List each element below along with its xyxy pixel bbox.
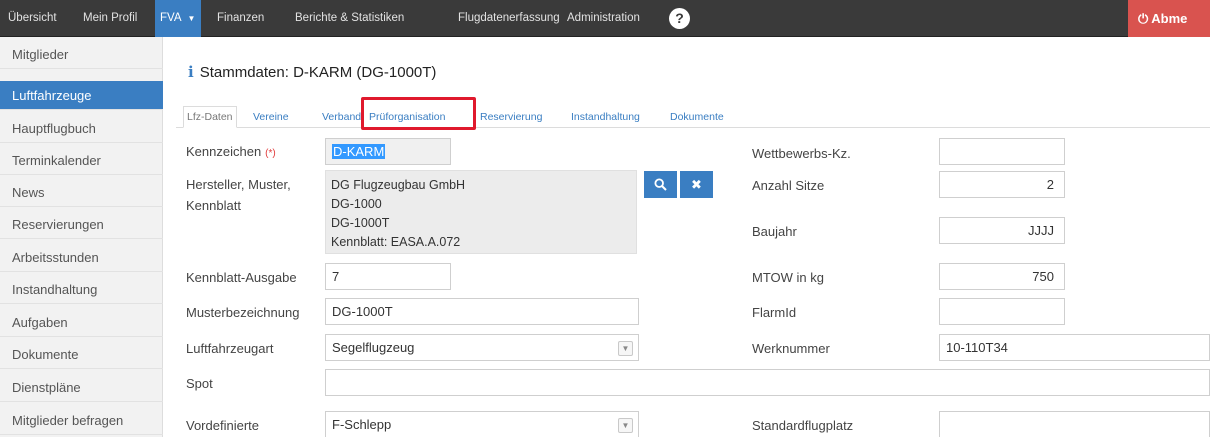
chevron-down-icon: ▼ — [618, 418, 633, 433]
vordefinierte-value: F-Schlepp — [332, 417, 392, 432]
tab-vereine[interactable]: Vereine — [249, 106, 293, 128]
musterbezeichnung-field[interactable]: DG-1000T — [325, 298, 639, 325]
nav-mein-profil[interactable]: Mein Profil — [83, 0, 137, 37]
sidebar-item-arbeitsstunden[interactable]: Arbeitsstunden — [0, 243, 163, 272]
kennblatt-ausgabe-label: Kennblatt-Ausgabe — [186, 270, 297, 285]
luftfahrzeugart-select[interactable]: Segelflugzeug ▼ — [325, 334, 639, 361]
top-navbar: Übersicht Mein Profil FVA ▼ Finanzen Beri… — [0, 0, 1210, 37]
kennzeichen-label: Kennzeichen (*) — [186, 144, 276, 159]
nav-fva[interactable]: FVA ▼ — [155, 0, 202, 37]
clear-hersteller-button[interactable]: ✖ — [680, 171, 713, 198]
flarmid-label: FlarmId — [752, 305, 797, 320]
hersteller-label-line-1: Hersteller, Muster, — [186, 177, 291, 192]
sidebar-item-dokumente[interactable]: Dokumente — [0, 340, 163, 369]
sidebar: Mitglieder Luftfahrzeuge Hauptflugbuch T… — [0, 37, 163, 437]
kennzeichen-label-text: Kennzeichen — [186, 144, 262, 159]
nav-flugdatenerfassung[interactable]: Flugdatenerfassung — [458, 0, 560, 37]
sidebar-item-mitglieder-befragen[interactable]: Mitglieder befragen — [0, 406, 163, 435]
nav-berichte-statistiken[interactable]: Berichte & Statistiken — [295, 0, 404, 37]
info-icon: i — [188, 63, 194, 81]
search-icon — [654, 178, 667, 191]
vordefinierte-select[interactable]: F-Schlepp ▼ — [325, 411, 639, 437]
tab-instandhaltung[interactable]: Instandhaltung — [567, 106, 644, 128]
anzahl-sitze-label: Anzahl Sitze — [752, 178, 825, 193]
nav-finanzen[interactable]: Finanzen — [217, 0, 264, 37]
question-circle-icon[interactable]: ? — [669, 8, 690, 29]
spot-label: Spot — [186, 376, 213, 391]
spot-field[interactable] — [325, 369, 1210, 396]
hersteller-label-line-2: Kennblatt — [186, 198, 241, 213]
nav-fva-label: FVA — [160, 12, 182, 24]
sidebar-item-luftfahrzeuge[interactable]: Luftfahrzeuge — [0, 81, 163, 110]
luftfahrzeugart-label: Luftfahrzeugart — [186, 341, 274, 356]
wettbewerbs-kz-label: Wettbewerbs-Kz. — [752, 146, 851, 161]
tab-reservierung[interactable]: Reservierung — [476, 106, 546, 128]
mtow-field[interactable]: 750 — [939, 263, 1065, 290]
logout-label: Abme — [1151, 11, 1188, 26]
muster-variante: DG-1000T — [331, 216, 390, 230]
nav-uebersicht[interactable]: Übersicht — [8, 0, 57, 37]
standardflugplatz-field[interactable] — [939, 411, 1210, 437]
werknummer-field[interactable]: 10-110T34 — [939, 334, 1210, 361]
wettbewerbs-kz-field[interactable] — [939, 138, 1065, 165]
luftfahrzeugart-value: Segelflugzeug — [332, 340, 415, 355]
chevron-down-icon: ▼ — [618, 341, 633, 356]
muster-name: DG-1000 — [331, 197, 382, 211]
vordefinierte-label: Vordefinierte — [186, 418, 259, 433]
sidebar-item-terminkalender[interactable]: Terminkalender — [0, 146, 163, 175]
sidebar-item-dienstplaene[interactable]: Dienstpläne — [0, 373, 163, 402]
kennblatt-ausgabe-field[interactable]: 7 — [325, 263, 451, 290]
flarmid-field[interactable] — [939, 298, 1065, 325]
sidebar-item-instandhaltung[interactable]: Instandhaltung — [0, 275, 163, 304]
sidebar-item-aufgaben[interactable]: Aufgaben — [0, 308, 163, 337]
mtow-label: MTOW in kg — [752, 270, 824, 285]
sidebar-item-hauptflugbuch[interactable]: Hauptflugbuch — [0, 114, 163, 143]
tab-prueforganisation[interactable]: Prüforganisation — [365, 106, 449, 128]
baujahr-label: Baujahr — [752, 224, 797, 239]
sidebar-item-reservierungen[interactable]: Reservierungen — [0, 210, 163, 239]
standardflugplatz-label: Standardflugplatz — [752, 418, 854, 433]
caret-down-icon: ▼ — [187, 14, 196, 23]
nav-administration[interactable]: Administration — [567, 0, 640, 37]
search-hersteller-button[interactable] — [644, 171, 677, 198]
power-icon: ⏻ — [1138, 11, 1149, 26]
anzahl-sitze-field[interactable]: 2 — [939, 171, 1065, 198]
page-title: i Stammdaten: D-KARM (DG-1000T) — [188, 63, 436, 81]
close-icon: ✖ — [691, 177, 702, 192]
kennzeichen-field[interactable]: D-KARM — [325, 138, 451, 165]
hersteller-name: DG Flugzeugbau GmbH — [331, 178, 466, 192]
sidebar-item-mitglieder[interactable]: Mitglieder — [0, 40, 163, 69]
tab-lfz-daten[interactable]: Lfz-Daten — [183, 106, 237, 128]
tab-verband[interactable]: Verband — [318, 106, 365, 128]
kennzeichen-value: D-KARM — [332, 144, 386, 159]
kennblatt-nummer: Kennblatt: EASA.A.072 — [331, 235, 461, 249]
required-mark: (*) — [265, 148, 276, 159]
musterbezeichnung-label: Musterbezeichnung — [186, 305, 300, 320]
logout-button[interactable]: ⏻ Abme — [1128, 0, 1210, 37]
page-title-text: Stammdaten: D-KARM (DG-1000T) — [199, 64, 437, 81]
tab-dokumente[interactable]: Dokumente — [666, 106, 728, 128]
sidebar-item-news[interactable]: News — [0, 178, 163, 207]
baujahr-field[interactable]: JJJJ — [939, 217, 1065, 244]
werknummer-label: Werknummer — [752, 341, 830, 356]
